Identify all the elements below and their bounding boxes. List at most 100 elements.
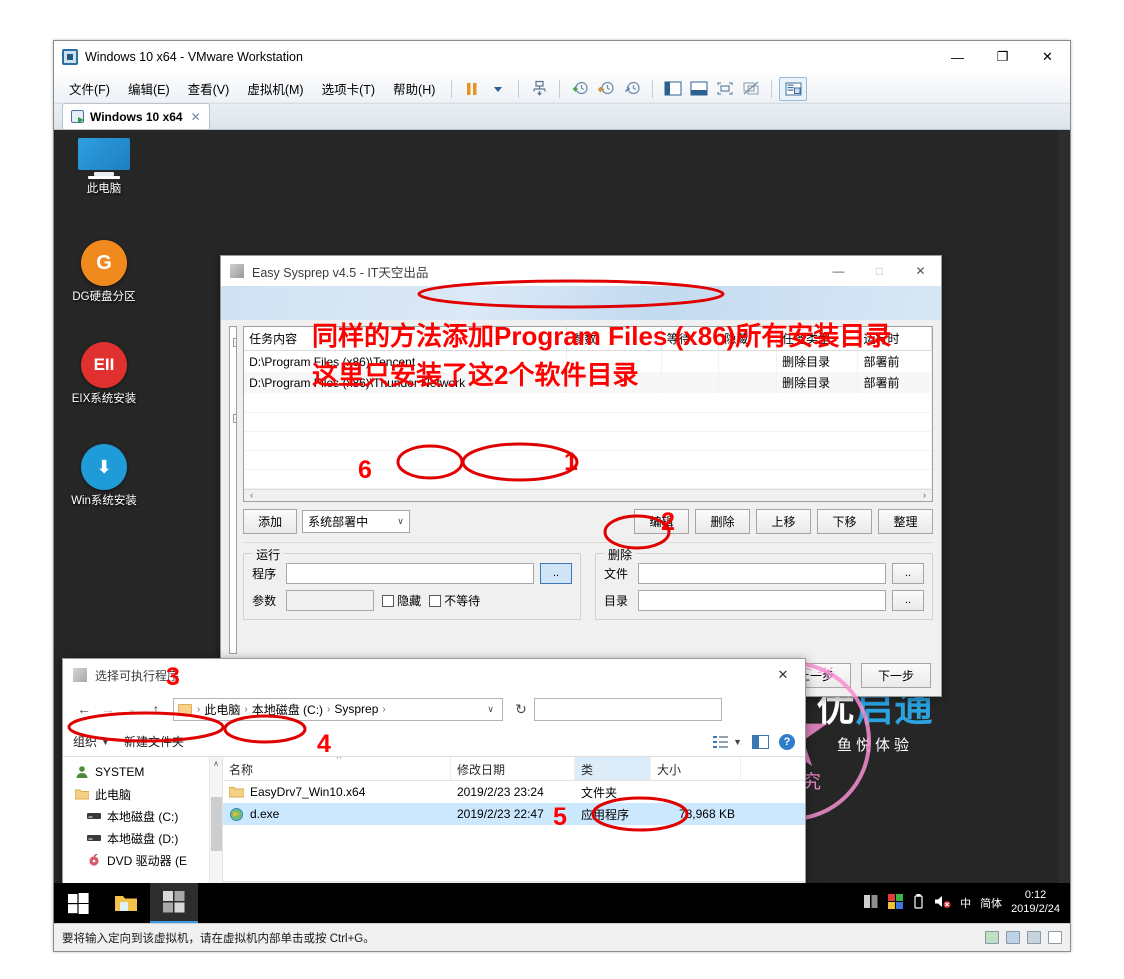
tray-color-icon[interactable] (888, 894, 904, 912)
dropdown-arrow-icon[interactable] (485, 77, 511, 101)
taskbar-clock[interactable]: 0:12 2019/2/24 (1011, 889, 1060, 917)
console-view-icon[interactable] (779, 76, 808, 101)
vm-tab[interactable]: Windows 10 x64 ✕ (62, 103, 210, 129)
sidebar-item-local-disk-d[interactable]: 本地磁盘 (D:) (63, 827, 222, 849)
take-snapshot-icon[interactable] (567, 77, 593, 101)
desktop-icon-this-pc[interactable]: 此电脑 (56, 138, 152, 197)
menu-file[interactable]: 文件(F) (60, 75, 119, 102)
tree-expander-icon[interactable]: − (233, 414, 237, 423)
column-type[interactable]: 类 (575, 757, 651, 780)
tree-item-common-interface[interactable]: 通用调用接口 (233, 523, 236, 542)
next-step-button[interactable]: 下一步 (861, 662, 931, 688)
dir-browse-button[interactable]: .. (891, 590, 924, 611)
new-folder-button[interactable]: 新建文件夹 (124, 733, 184, 750)
nowait-checkbox[interactable]: 不等待 (429, 592, 480, 609)
sidebar-scrollbar[interactable]: ∧ ∨ (209, 757, 222, 897)
snapshot-manager-icon[interactable] (526, 77, 552, 101)
checkbox-icon[interactable] (382, 594, 395, 607)
preview-pane-icon[interactable] (752, 734, 769, 749)
menu-edit[interactable]: 编辑(E) (119, 75, 179, 102)
scroll-thumb[interactable] (211, 797, 222, 851)
add-button[interactable]: 添加 (243, 509, 298, 534)
revert-snapshot-icon[interactable] (593, 77, 619, 101)
show-library-icon[interactable] (660, 77, 686, 101)
full-screen-icon[interactable] (712, 77, 738, 101)
show-thumbnail-bar-icon[interactable] (686, 77, 712, 101)
sysprep-maximize-button[interactable]: □ (859, 256, 900, 286)
help-icon[interactable]: ? (779, 733, 795, 750)
list-item[interactable]: d.exe 2019/2/23 22:47 应用程序 78,968 KB (223, 803, 805, 825)
disk-icon[interactable] (1006, 931, 1020, 944)
menu-tabs[interactable]: 选项卡(T) (313, 75, 384, 102)
desktop-icon-eix-install[interactable]: EII EIX系统安装 (56, 342, 152, 407)
column-date[interactable]: 修改日期 (451, 757, 575, 780)
breadcrumb[interactable]: › 此电脑 › 本地磁盘 (C:) › Sysprep › ∨ (173, 697, 503, 721)
tree-item-auto-seal[interactable]: 自动封装 (233, 390, 236, 409)
back-button[interactable]: ← (73, 698, 95, 720)
scroll-right-icon[interactable]: › (917, 490, 932, 500)
vm-tab-close-icon[interactable]: ✕ (191, 110, 201, 124)
list-item[interactable]: EasyDrv7_Win10.x64 2019/2/23 23:24 文件夹 (223, 781, 805, 803)
arrange-button[interactable]: 整理 (877, 509, 933, 534)
sidebar-item-system[interactable]: SYSTEM (63, 761, 222, 783)
maximize-button[interactable]: ❐ (980, 41, 1025, 74)
start-button[interactable] (54, 883, 102, 923)
sidebar-item-this-pc[interactable]: 此电脑 (63, 783, 222, 805)
sidebar-item-dvd-drive[interactable]: DVD 驱动器 (E (63, 849, 222, 871)
unity-mode-icon[interactable] (738, 77, 764, 101)
desktop-icon-win-install[interactable]: ⬇ Win系统安装 (56, 444, 152, 509)
menu-vm[interactable]: 虚拟机(M) (238, 75, 312, 102)
breadcrumb-item-this-pc[interactable]: 此电脑 (203, 701, 241, 718)
file-browse-button[interactable]: .. (891, 563, 924, 584)
delete-button[interactable]: 删除 (694, 509, 750, 534)
sysprep-taskbar-button[interactable] (150, 883, 198, 923)
file-explorer-button[interactable] (102, 883, 150, 923)
tree-item-user-accounts[interactable]: 用户账户 (233, 371, 236, 390)
move-down-button[interactable]: 下移 (816, 509, 872, 534)
column-size[interactable]: 大小 (651, 757, 741, 780)
network-icon[interactable] (985, 931, 999, 944)
tree-item-seal-options[interactable]: 封装选项 (233, 352, 236, 371)
tray-apps-icon[interactable] (864, 894, 879, 912)
move-up-button[interactable]: 上移 (755, 509, 811, 534)
breadcrumb-item-local-disk-c[interactable]: 本地磁盘 (C:) (251, 701, 324, 718)
program-browse-button[interactable]: .. (540, 563, 573, 584)
program-input[interactable] (286, 563, 535, 584)
ime-indicator[interactable]: 中 (960, 895, 971, 911)
tree-item-system-optimize[interactable]: 系统优化 (233, 447, 236, 466)
scroll-up-icon[interactable]: ∧ (210, 757, 222, 770)
menu-view[interactable]: 查看(V) (179, 75, 239, 102)
breadcrumb-item-sysprep[interactable]: Sysprep (333, 702, 379, 716)
column-name[interactable]: 名称 (223, 757, 451, 780)
menu-help[interactable]: 帮助(H) (384, 75, 444, 102)
task-list-horizontal-scrollbar[interactable]: ‹ › (244, 488, 932, 501)
recent-locations-button[interactable]: ⌄ (121, 698, 143, 720)
tree-item-save-settings[interactable]: 保存设置 (233, 542, 236, 561)
manage-snapshots-icon[interactable] (619, 77, 645, 101)
close-button[interactable]: ✕ (1025, 41, 1070, 74)
forward-button[interactable]: → (97, 698, 119, 720)
scroll-left-icon[interactable]: ‹ (244, 490, 259, 500)
chevron-down-icon[interactable]: ▼ (733, 737, 742, 747)
tree-item-network-settings[interactable]: 网络设置 (233, 485, 236, 504)
checkbox-icon[interactable] (429, 594, 442, 607)
tree-item-special-interface[interactable]: 专用调用接口 (233, 504, 236, 523)
volume-muted-icon[interactable] (934, 894, 951, 912)
pause-icon[interactable] (459, 77, 485, 101)
sysprep-close-button[interactable]: ✕ (900, 256, 941, 286)
chevron-down-icon[interactable]: ∨ (392, 516, 409, 527)
usb-icon[interactable] (1027, 931, 1041, 944)
note-icon[interactable] (1048, 931, 1062, 944)
tree-expander-icon[interactable]: − (233, 338, 237, 347)
chevron-down-icon[interactable]: ∨ (483, 704, 498, 715)
organize-button[interactable]: 组织 ▼ (73, 733, 110, 750)
sysprep-minimize-button[interactable]: — (818, 256, 859, 286)
args-input[interactable] (286, 590, 375, 611)
ime-mode[interactable]: 简体 (980, 895, 1002, 911)
usb-eject-icon[interactable] (912, 892, 925, 913)
view-mode-button[interactable]: ▼ (713, 735, 742, 749)
desktop-icon-dg-partition[interactable]: G DG硬盘分区 (56, 240, 152, 305)
chevron-down-icon[interactable]: ▼ (101, 737, 110, 747)
tree-item-oem-info[interactable]: OEM信息 (233, 428, 236, 447)
refresh-button[interactable]: ↻ (510, 698, 532, 720)
